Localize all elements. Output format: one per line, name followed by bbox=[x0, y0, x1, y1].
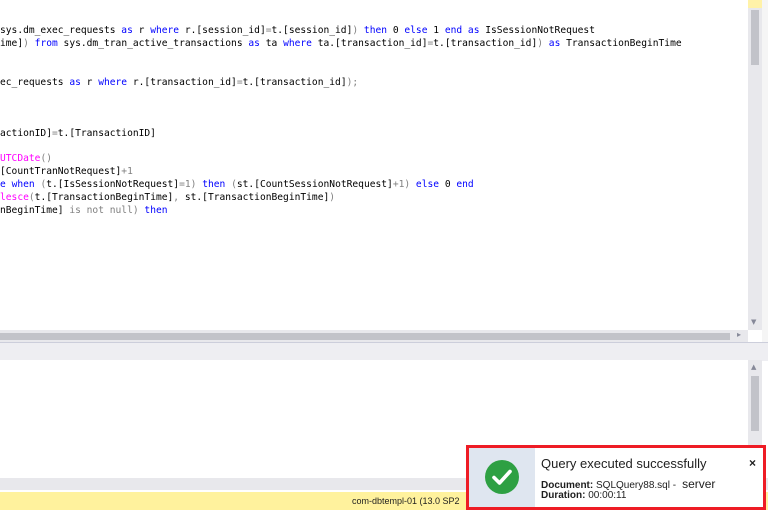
duration-label: Duration: bbox=[541, 490, 586, 501]
notification-icon-area bbox=[469, 448, 535, 507]
scroll-up-icon[interactable]: ▲ bbox=[751, 363, 756, 371]
notification-document: Document: SQLQuery88.sql - server bbox=[541, 477, 715, 491]
code-line-9: nBeginTime] is not null) then bbox=[0, 205, 168, 216]
close-icon[interactable]: × bbox=[749, 456, 756, 470]
results-vertical-scroll-thumb[interactable] bbox=[751, 376, 759, 431]
notification-duration: Duration: 00:00:11 bbox=[541, 490, 626, 501]
code-line-2: ime]) from sys.dm_tran_active_transactio… bbox=[0, 38, 682, 49]
code-line-7: e when (t.[IsSessionNotRequest]=1) then … bbox=[0, 179, 474, 190]
notification-body: Query executed successfully × Document: … bbox=[469, 448, 763, 507]
query-success-notification[interactable]: Query executed successfully × Document: … bbox=[466, 445, 766, 510]
code-line-1: sys.dm_exec_requests as r where r.[sessi… bbox=[0, 25, 595, 36]
scroll-marker bbox=[748, 0, 762, 8]
window-edge bbox=[762, 0, 768, 342]
code-line-4: actionID]=t.[TransactionID] bbox=[0, 128, 156, 139]
code-line-5: UTCDate() bbox=[0, 153, 52, 164]
editor-vertical-scroll-thumb[interactable] bbox=[751, 10, 759, 65]
status-server-name: com-dbtempl-01 (13.0 SP2 bbox=[352, 496, 460, 506]
editor-horizontal-scroll-thumb[interactable] bbox=[0, 333, 730, 340]
code-line-6: [CountTranNotRequest]+1 bbox=[0, 166, 133, 177]
code-line-3: ec_requests as r where r.[transaction_id… bbox=[0, 77, 359, 88]
duration-value: 00:00:11 bbox=[588, 490, 627, 501]
notification-title: Query executed successfully bbox=[541, 456, 707, 471]
editor-vertical-scrollbar[interactable]: ▼ bbox=[748, 0, 762, 330]
editor-horizontal-scrollbar[interactable]: ▸ bbox=[0, 330, 748, 342]
query-editor[interactable]: sys.dm_exec_requests as r where r.[sessi… bbox=[0, 0, 748, 330]
code-line-8: lesce(t.[TransactionBeginTime], st.[Tran… bbox=[0, 192, 336, 203]
scroll-right-icon[interactable]: ▸ bbox=[737, 330, 741, 339]
check-circle-icon bbox=[485, 460, 519, 494]
scroll-down-icon[interactable]: ▼ bbox=[751, 318, 756, 326]
document-server: server bbox=[682, 477, 716, 491]
pane-splitter[interactable] bbox=[0, 342, 768, 361]
